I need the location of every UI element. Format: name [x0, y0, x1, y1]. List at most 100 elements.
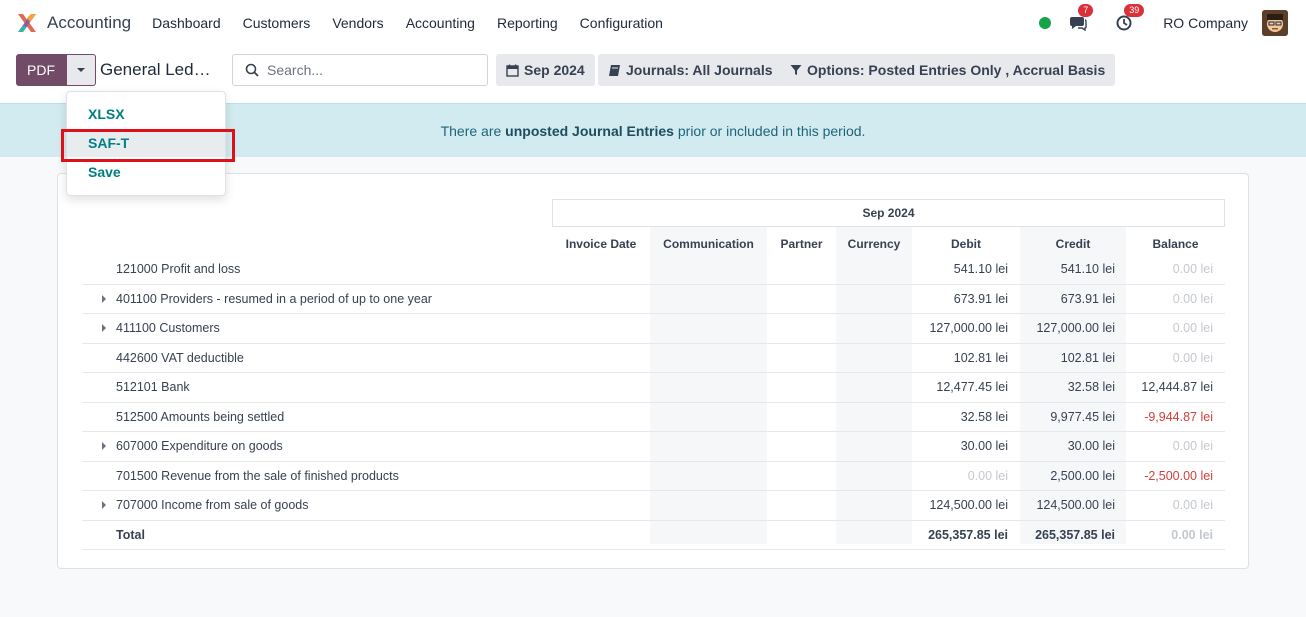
- col-communication: Communication: [663, 237, 754, 251]
- balance-value: -2,500.00 lei: [1144, 468, 1213, 483]
- export-dropdown-toggle[interactable]: [66, 54, 96, 86]
- table-row[interactable]: 707000 Income from sale of goods 124,500…: [82, 491, 1225, 521]
- balance-value: 0.00 lei: [1172, 321, 1213, 336]
- credit-value: 541.10 lei: [1060, 262, 1115, 277]
- search-input[interactable]: [267, 62, 467, 78]
- caret-down-icon: [77, 68, 85, 72]
- caret-right-icon[interactable]: [101, 314, 107, 343]
- balance-value: 0.00 lei: [1172, 439, 1213, 454]
- table-row: 442600 VAT deductible 102.81 lei 102.81 …: [82, 344, 1225, 373]
- debit-value: 102.81 lei: [953, 350, 1008, 365]
- period-header: Sep 2024: [552, 199, 1225, 227]
- balance-value: 0.00 lei: [1172, 350, 1213, 365]
- activities-button[interactable]: 39: [1113, 4, 1145, 34]
- col-partner: Partner: [780, 237, 823, 251]
- account-name: 607000 Expenditure on goods: [116, 439, 283, 454]
- credit-value: 9,977.45 lei: [1050, 409, 1115, 424]
- total-credit: 265,357.85 lei: [1035, 527, 1115, 542]
- user-avatar[interactable]: [1262, 10, 1288, 36]
- options-filter-label: Options: Posted Entries Only , Accrual B…: [807, 62, 1106, 78]
- balance-value: 0.00 lei: [1172, 291, 1213, 306]
- credit-value: 124,500.00 lei: [1036, 498, 1115, 513]
- alert-suffix: prior or included in this period.: [673, 122, 866, 139]
- account-name: 512101 Bank: [116, 380, 190, 395]
- total-row: Total 265,357.85 lei 265,357.85 lei 0.00…: [82, 521, 1225, 550]
- date-filter-label: Sep 2024: [524, 62, 585, 78]
- balance-value: 12,444.87 lei: [1141, 380, 1213, 395]
- table-row: 701500 Revenue from the sale of finished…: [82, 462, 1225, 491]
- caret-right-icon[interactable]: [101, 285, 107, 314]
- table-row: 512101 Bank 12,477.45 lei 32.58 lei 12,4…: [82, 373, 1225, 403]
- messages-button[interactable]: 7: [1067, 4, 1094, 34]
- app-name: Accounting: [47, 13, 132, 32]
- debit-value: 673.91 lei: [953, 291, 1008, 306]
- col-debit: Debit: [951, 237, 981, 251]
- debit-value: 0.00 lei: [967, 468, 1008, 483]
- accounting-app-icon: [18, 14, 36, 32]
- alert-prefix: There are: [440, 122, 506, 139]
- col-credit: Credit: [1055, 237, 1091, 251]
- table-row[interactable]: 607000 Expenditure on goods 30.00 lei 30…: [82, 432, 1225, 462]
- total-label: Total: [116, 527, 145, 542]
- debit-value: 32.58 lei: [960, 409, 1008, 424]
- company-switcher[interactable]: RO Company: [1163, 15, 1248, 31]
- balance-value: 0.00 lei: [1172, 498, 1213, 513]
- credit-value: 32.58 lei: [1067, 380, 1115, 395]
- app-brand[interactable]: Accounting: [16, 12, 131, 34]
- book-icon: [609, 64, 620, 76]
- save-item[interactable]: Save: [67, 158, 225, 186]
- options-filter-button[interactable]: Options: Posted Entries Only , Accrual B…: [780, 54, 1116, 86]
- date-filter-button[interactable]: Sep 2024: [496, 54, 595, 86]
- saft-highlight-box: [61, 129, 235, 162]
- balance-value: -9,944.87 lei: [1144, 409, 1213, 424]
- calendar-icon: [506, 64, 519, 77]
- table-row[interactable]: 401100 Providers - resumed in a period o…: [82, 285, 1225, 314]
- pdf-button[interactable]: PDF: [16, 54, 66, 86]
- journals-filter-label: Journals: All Journals: [626, 62, 773, 78]
- credit-value: 30.00 lei: [1067, 439, 1115, 454]
- total-debit: 265,357.85 lei: [928, 527, 1008, 542]
- menu-dashboard[interactable]: Dashboard: [152, 15, 221, 31]
- table-row: 512500 Amounts being settled 32.58 lei 9…: [82, 403, 1225, 432]
- balance-value: 0.00 lei: [1172, 262, 1213, 277]
- menu-vendors[interactable]: Vendors: [332, 15, 383, 31]
- col-balance: Balance: [1152, 237, 1199, 251]
- debit-value: 541.10 lei: [953, 262, 1008, 277]
- navbar-systray: 7 39 RO Company: [1039, 0, 1288, 46]
- activities-badge: 39: [1124, 4, 1145, 17]
- export-xlsx-item[interactable]: XLSX: [67, 100, 225, 128]
- caret-right-icon[interactable]: [101, 491, 107, 520]
- col-currency: Currency: [847, 237, 901, 251]
- account-name: 512500 Amounts being settled: [116, 409, 285, 424]
- credit-value: 673.91 lei: [1060, 291, 1115, 306]
- top-navbar: Accounting Dashboard Customers Vendors A…: [0, 0, 1306, 46]
- col-invoice-date: Invoice Date: [565, 237, 637, 251]
- filter-icon: [790, 65, 802, 75]
- credit-value: 127,000.00 lei: [1036, 321, 1115, 336]
- table-row[interactable]: 411100 Customers 127,000.00 lei 127,000.…: [82, 314, 1225, 344]
- debit-value: 12,477.45 lei: [936, 380, 1008, 395]
- table-row: 121000 Profit and loss 541.10 lei 541.10…: [82, 255, 1225, 285]
- ledger-rows: 121000 Profit and loss 541.10 lei 541.10…: [82, 255, 1225, 550]
- unposted-entries-link[interactable]: unposted Journal Entries: [505, 123, 674, 139]
- credit-value: 2,500.00 lei: [1050, 468, 1115, 483]
- debit-value: 124,500.00 lei: [929, 498, 1008, 513]
- caret-right-icon[interactable]: [101, 432, 107, 461]
- debit-value: 127,000.00 lei: [929, 321, 1008, 336]
- debit-value: 30.00 lei: [960, 439, 1008, 454]
- online-status-icon: [1039, 17, 1052, 29]
- journals-filter-button[interactable]: Journals: All Journals: [598, 54, 783, 86]
- menu-configuration[interactable]: Configuration: [580, 15, 663, 31]
- menu-accounting[interactable]: Accounting: [406, 15, 475, 31]
- account-name: 121000 Profit and loss: [116, 262, 241, 277]
- chat-icon: [1070, 17, 1087, 31]
- menu-reporting[interactable]: Reporting: [497, 15, 558, 31]
- menu-customers[interactable]: Customers: [243, 15, 311, 31]
- report-title: General Led…: [100, 60, 211, 79]
- general-ledger-report: Sep 2024 Invoice Date Communication Part…: [57, 173, 1249, 569]
- clock-icon: [1116, 15, 1132, 31]
- user-avatar-image: [1262, 10, 1288, 36]
- account-name: 442600 VAT deductible: [116, 350, 244, 365]
- search-box[interactable]: [232, 54, 488, 86]
- search-icon: [245, 63, 259, 77]
